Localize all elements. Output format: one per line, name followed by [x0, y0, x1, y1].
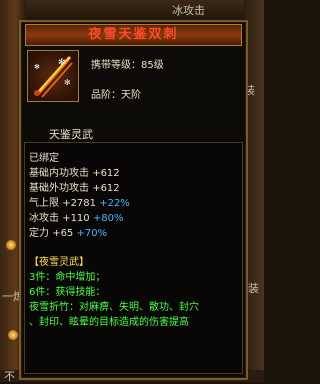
item-grade: 品阶：天阶: [91, 90, 141, 101]
stat-row: 气上限 +2781 +22%: [29, 194, 130, 209]
set-skill-description: 夜雪折竹：对麻痹、失明、散功、封穴: [29, 302, 199, 313]
stat-value: +2781: [62, 198, 97, 209]
item-tooltip: 夜雪天鉴双刺 ✻ ✻ ✻ 携带等级：85级 品阶：天阶 天鉴灵武 已绑定 基础内…: [19, 20, 248, 380]
background-label: 冰攻击: [172, 4, 205, 17]
svg-text:✻: ✻: [64, 78, 71, 87]
set-skill-description: 、封印、眩晕的目标造成的伤害提高: [29, 317, 189, 328]
stat-row: 定力 +65 +70%: [29, 224, 107, 239]
stat-row: 基础外功攻击 +612: [29, 179, 120, 194]
level-requirement: 携带等级：85级: [91, 60, 164, 71]
bound-status: 已绑定: [29, 153, 59, 164]
stat-row: 冰攻击 +110 +80%: [29, 209, 123, 224]
stat-label: 气上限: [29, 198, 59, 209]
stat-label: 冰攻击: [29, 213, 59, 224]
stat-label: 基础内功攻击: [29, 168, 89, 179]
stat-row: 基础内功攻击 +612: [29, 164, 120, 179]
orb-icon: [8, 330, 18, 340]
stat-bonus: +80%: [92, 213, 124, 224]
background-top: [0, 0, 264, 22]
stat-label: 定力: [29, 228, 49, 239]
stat-value: +110: [62, 213, 90, 224]
svg-text:✻: ✻: [58, 58, 66, 68]
twin-dagger-icon[interactable]: ✻ ✻ ✻: [27, 50, 79, 102]
background-label: 装: [248, 282, 259, 295]
stat-bonus: +22%: [99, 198, 130, 209]
tooltip-title-bar: 夜雪天鉴双刺: [25, 24, 242, 46]
item-title: 夜雪天鉴双刺: [88, 27, 179, 42]
stat-value: +612: [92, 168, 120, 179]
set-bonus: 6件：获得技能：: [29, 287, 106, 298]
stat-label: 基础外功攻击: [29, 183, 89, 194]
stat-value: +612: [92, 183, 120, 194]
set-name: 【夜雪灵武】: [29, 257, 89, 268]
set-bonus: 3件：命中增加；: [29, 272, 106, 283]
stat-value: +65: [52, 228, 74, 239]
weapon-name: 天鉴灵武: [49, 128, 93, 141]
stats-panel: 已绑定 基础内功攻击 +612 基础外功攻击 +612 气上限 +2781 +2…: [24, 142, 243, 374]
stat-bonus: +70%: [76, 228, 108, 239]
svg-text:✻: ✻: [34, 63, 40, 71]
orb-icon: [6, 240, 16, 250]
